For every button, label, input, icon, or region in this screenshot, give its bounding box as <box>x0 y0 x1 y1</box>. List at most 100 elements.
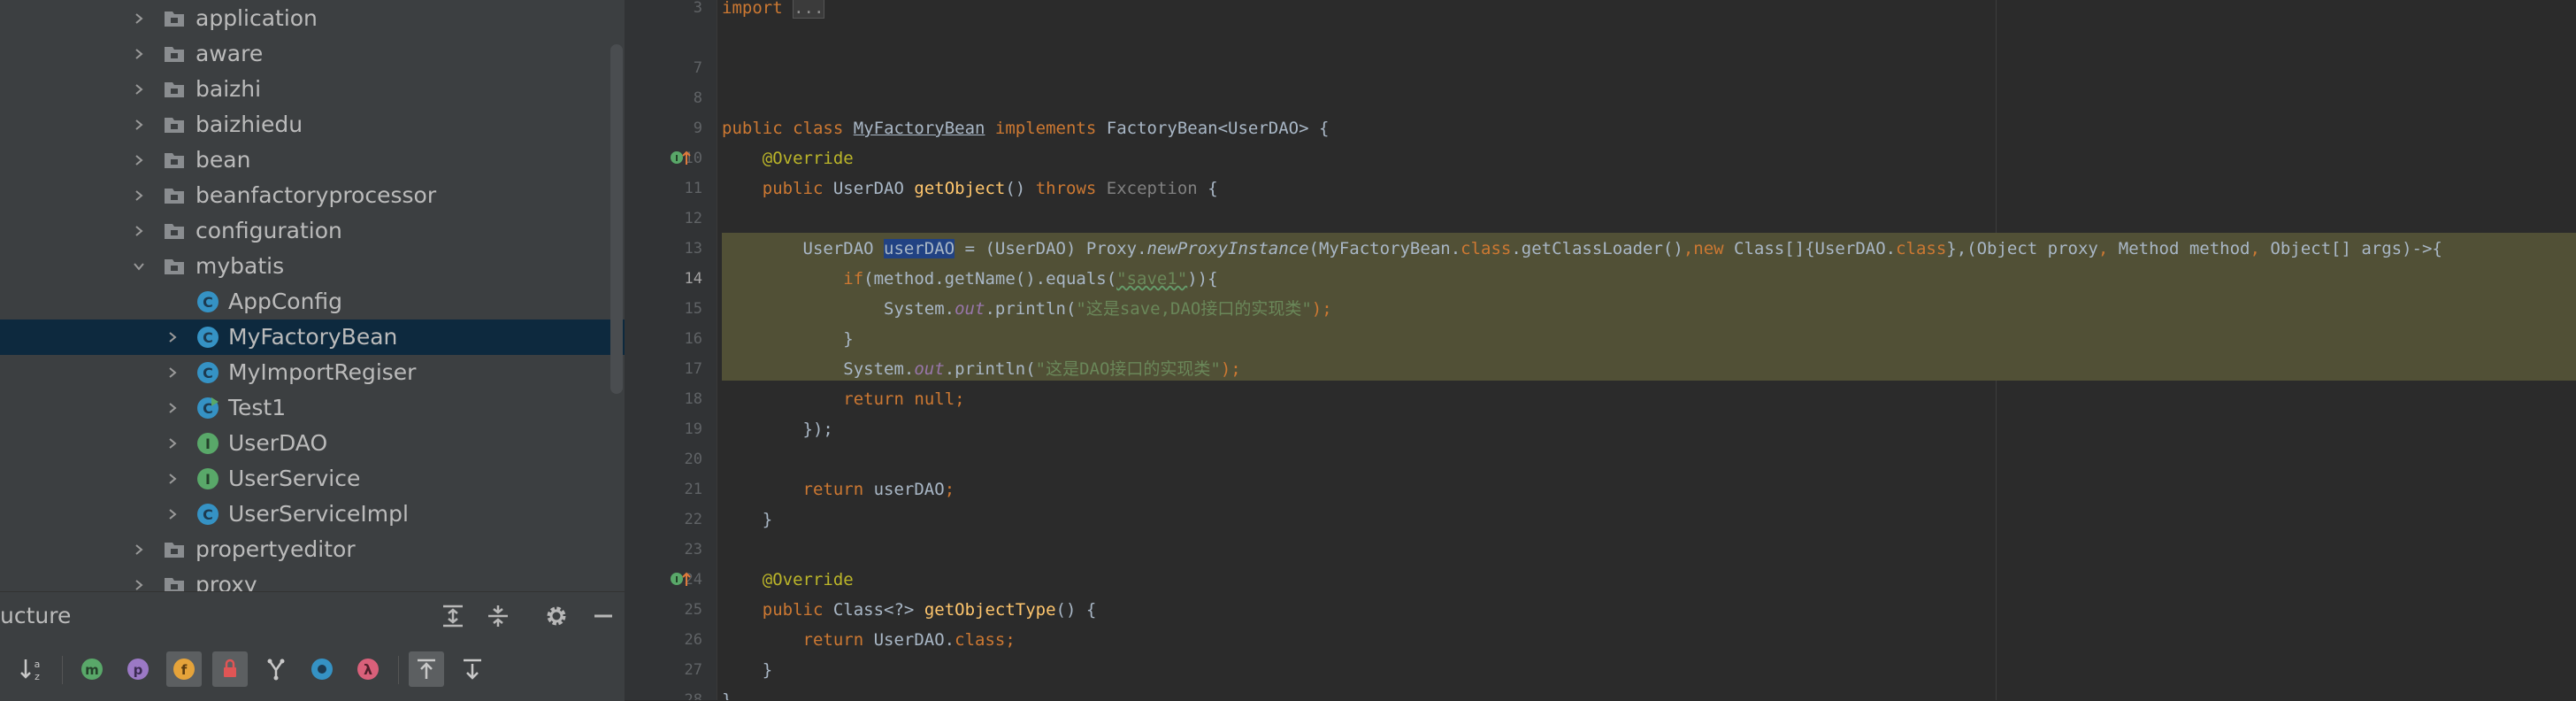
code-line-9: public class MyFactoryBean implements Fa… <box>722 113 1329 143</box>
code-token: (MyFactoryBean. <box>1308 239 1461 258</box>
tree-item-label: propertyeditor <box>196 536 356 562</box>
chevron-right-icon[interactable] <box>163 461 182 497</box>
line-number: 12 <box>684 210 702 227</box>
code-token: ); <box>1311 299 1332 319</box>
svg-text:z: z <box>34 671 40 682</box>
tree-item-aware[interactable]: aware <box>0 36 625 72</box>
code-line-21: return userDAO; <box>722 474 955 505</box>
tree-item-appconfig[interactable]: C AppConfig <box>0 284 625 320</box>
chevron-right-icon[interactable] <box>163 390 182 426</box>
class-icon: C <box>196 326 219 349</box>
tree-item-mybatis[interactable]: mybatis <box>0 249 625 284</box>
annotation: @Override <box>762 149 854 168</box>
code-area[interactable]: import ... public class MyFactoryBean im… <box>722 0 2571 700</box>
tree-item-userdao[interactable]: I UserDAO <box>0 426 625 461</box>
class-icon: C <box>196 361 219 384</box>
tree-item-myfactorybean[interactable]: C MyFactoryBean <box>0 320 625 355</box>
line-number: 20 <box>684 451 702 468</box>
svg-text:I: I <box>675 575 678 585</box>
folder-icon <box>163 574 186 591</box>
chevron-down-icon[interactable] <box>129 249 149 284</box>
chevron-right-icon[interactable] <box>163 497 182 532</box>
show-lambdas-icon[interactable] <box>304 651 340 687</box>
tree-item-label: UserService <box>228 466 361 491</box>
folder-icon <box>163 78 186 101</box>
chevron-right-icon[interactable] <box>129 213 149 249</box>
code-token: if <box>843 269 864 289</box>
show-properties-icon[interactable]: p <box>120 651 156 687</box>
anonymous-classes-icon[interactable] <box>258 651 294 687</box>
implements-method-icon[interactable]: I <box>669 568 692 589</box>
tree-item-baizhiedu[interactable]: baizhiedu <box>0 107 625 143</box>
tree-item-beanfactoryprocessor[interactable]: beanfactoryprocessor <box>0 178 625 213</box>
chevron-right-icon[interactable] <box>129 532 149 567</box>
minimize-icon[interactable] <box>587 600 619 632</box>
lock-icon[interactable] <box>212 651 248 687</box>
code-token: ; <box>1005 630 1016 650</box>
field-name: out <box>954 299 985 319</box>
tree-item-configuration[interactable]: configuration <box>0 213 625 249</box>
code-token: userDAO <box>873 480 945 499</box>
line-number-current: 14 <box>684 270 702 288</box>
line-gutter: 3 7 8 9 10 11 12 13 14 15 16 17 18 19 20… <box>625 0 717 700</box>
chevron-right-icon[interactable] <box>129 1 149 36</box>
chevron-right-icon[interactable] <box>163 320 182 355</box>
tree-item-test1[interactable]: C Test1 <box>0 390 625 426</box>
code-line-3: import ... <box>722 0 825 23</box>
line-number: 3 <box>693 0 702 17</box>
lambda-icon[interactable]: λ <box>350 651 386 687</box>
chevron-right-icon[interactable] <box>129 72 149 107</box>
implements-method-icon[interactable]: I <box>669 147 692 168</box>
tree-item-propertyeditor[interactable]: propertyeditor <box>0 532 625 567</box>
code-line-14: if(method.getName().equals("save1")){ <box>722 264 1217 294</box>
tree-item-label: AppConfig <box>228 289 343 314</box>
code-token: , <box>2250 239 2260 258</box>
code-token: return <box>802 630 864 650</box>
tree-item-userservice[interactable]: I UserService <box>0 461 625 497</box>
collapse-all-icon[interactable] <box>482 600 514 632</box>
code-editor[interactable]: 3 7 8 9 10 11 12 13 14 15 16 17 18 19 20… <box>625 0 2576 700</box>
svg-text:I: I <box>205 471 211 488</box>
code-token: , <box>1683 239 1694 258</box>
code-token: ); <box>1220 359 1241 379</box>
code-token: Class<?> <box>832 600 915 620</box>
tree-item-proxy[interactable]: proxy <box>0 567 625 591</box>
code-token: , <box>2097 239 2109 258</box>
autoscroll-from-source-icon[interactable] <box>455 651 490 687</box>
code-token: null; <box>914 389 965 409</box>
chevron-right-icon[interactable] <box>129 143 149 178</box>
autoscroll-to-source-icon[interactable] <box>409 651 444 687</box>
code-line-26: return UserDAO.class; <box>722 625 1016 655</box>
tree-scrollbar[interactable] <box>610 44 623 394</box>
code-token: UserDAO <box>802 239 874 258</box>
folder-icon <box>163 184 186 207</box>
show-fields-icon[interactable]: f <box>166 651 202 687</box>
class-name: MyFactoryBean <box>853 119 985 138</box>
tree-item-userserviceimpl[interactable]: C UserServiceImpl <box>0 497 625 532</box>
tree-item-baizhi[interactable]: baizhi <box>0 72 625 107</box>
code-token: throws <box>1035 179 1097 198</box>
chevron-right-icon[interactable] <box>129 107 149 143</box>
tree-item-application[interactable]: application <box>0 1 625 36</box>
chevron-right-icon[interactable] <box>129 178 149 213</box>
tree-item-label: MyFactoryBean <box>228 324 398 350</box>
svg-text:C: C <box>203 506 213 523</box>
sort-alphabetically-icon[interactable]: az <box>14 651 50 687</box>
chevron-right-icon[interactable] <box>129 36 149 72</box>
interface-icon: I <box>196 432 219 455</box>
show-inherited-icon[interactable]: m <box>74 651 110 687</box>
tree-item-bean[interactable]: bean <box>0 143 625 178</box>
code-token: } <box>762 510 773 529</box>
chevron-right-icon[interactable] <box>129 567 149 591</box>
structure-panel: ucture az m p f λ <box>0 591 625 701</box>
folded-imports[interactable]: ... <box>793 0 825 19</box>
string-literal: "这是save,DAO接口的实现类" <box>1076 299 1312 319</box>
chevron-right-icon[interactable] <box>163 355 182 390</box>
expand-all-icon[interactable] <box>437 600 469 632</box>
chevron-right-icon[interactable] <box>163 426 182 461</box>
tree-item-label: bean <box>196 147 251 173</box>
code-token: System. <box>843 359 915 379</box>
string-literal: "save1" <box>1116 269 1188 289</box>
gear-icon[interactable] <box>540 600 572 632</box>
tree-item-myimportregiser[interactable]: C MyImportRegiser <box>0 355 625 390</box>
